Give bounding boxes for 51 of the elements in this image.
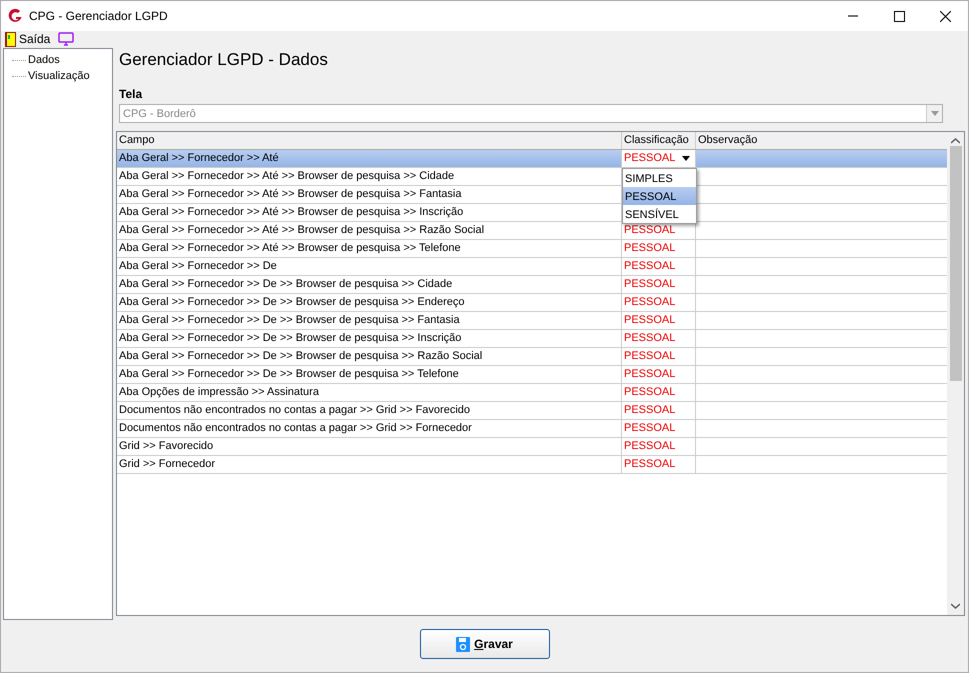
tree-item[interactable]: Dados	[28, 52, 60, 68]
table-cell: PESSOAL	[622, 420, 696, 438]
table-cell: Grid >> Favorecido	[117, 438, 622, 456]
table-cell: Aba Opções de impressão >> Assinatura	[117, 384, 622, 402]
table-cell: PESSOAL	[622, 312, 696, 330]
scrollbar[interactable]	[947, 132, 964, 615]
table-cell: Aba Geral >> Fornecedor >> De >> Browser de pesquisa >> Cidade	[117, 276, 622, 294]
scroll-thumb[interactable]	[950, 146, 962, 382]
table-cell: PESSOAL	[622, 240, 696, 258]
table-cell: Aba Geral >> Fornecedor >> Até >> Browser de pesquisa >> Telefone	[117, 240, 622, 258]
table-cell: PESSOAL	[622, 330, 696, 348]
app-logo-icon	[7, 8, 23, 24]
table-cell: Grid >> Fornecedor	[117, 456, 622, 474]
table-cell: PESSOAL	[622, 384, 696, 402]
dropdown-option[interactable]: SIMPLES	[623, 169, 696, 188]
scroll-up-icon[interactable]	[951, 138, 960, 144]
dropdown-option[interactable]: PESSOAL	[623, 187, 696, 206]
exit-button[interactable]: Saída	[5, 30, 50, 48]
table-cell: PESSOAL	[622, 402, 696, 420]
field-label: Tela	[119, 86, 144, 104]
table-cell: Aba Geral >> Fornecedor >> De >> Browser de pesquisa >> Razão Social	[117, 348, 622, 366]
table-cell: Aba Geral >> Fornecedor >> De >> Browser de pesquisa >> Inscrição	[117, 330, 622, 348]
door-icon	[5, 32, 16, 46]
table-cell: Aba Geral >> Fornecedor >> De	[117, 258, 622, 276]
tree-item[interactable]: Visualização	[28, 68, 90, 84]
column-header[interactable]: Classificação	[622, 132, 696, 150]
table-cell: PESSOAL	[622, 294, 696, 312]
table-cell: Documentos não encontrados no contas a pagar >> Grid >> Favorecido	[117, 402, 622, 420]
classification-combo[interactable]: PESSOAL	[622, 150, 696, 168]
table-cell: PESSOAL	[622, 438, 696, 456]
dropdown-option[interactable]: SENSÍVEL	[623, 205, 696, 224]
save-button[interactable]: Gravar	[420, 629, 550, 659]
close-icon[interactable]	[940, 10, 950, 22]
table-cell: Documentos não encontrados no contas a pagar >> Grid >> Fornecedor	[117, 420, 622, 438]
monitor-icon[interactable]	[58, 32, 74, 46]
table-cell: PESSOAL	[622, 456, 696, 474]
table-cell: PESSOAL	[622, 276, 696, 294]
table-cell: Aba Geral >> Fornecedor >> De >> Browser de pesquisa >> Endereço	[117, 294, 622, 312]
table-cell: Aba Geral >> Fornecedor >> De >> Browser de pesquisa >> Telefone	[117, 366, 622, 384]
page-heading: Gerenciador LGPD - Dados	[118, 49, 329, 71]
table-cell: Aba Geral >> Fornecedor >> De >> Browser de pesquisa >> Fantasia	[117, 312, 622, 330]
maximize-icon[interactable]	[894, 10, 904, 22]
table-cell: PESSOAL	[622, 258, 696, 276]
column-header[interactable]: Observação	[696, 132, 947, 150]
table-cell: PESSOAL	[622, 348, 696, 366]
scroll-down-icon[interactable]	[951, 603, 960, 609]
dropdown-arrow-icon[interactable]	[682, 156, 690, 162]
window-title: CPG - Gerenciador LGPD	[29, 8, 168, 25]
column-header[interactable]: Campo	[117, 132, 622, 150]
table-cell: PESSOAL	[622, 366, 696, 384]
screen-combo[interactable]: CPG - Borderô	[119, 104, 943, 124]
